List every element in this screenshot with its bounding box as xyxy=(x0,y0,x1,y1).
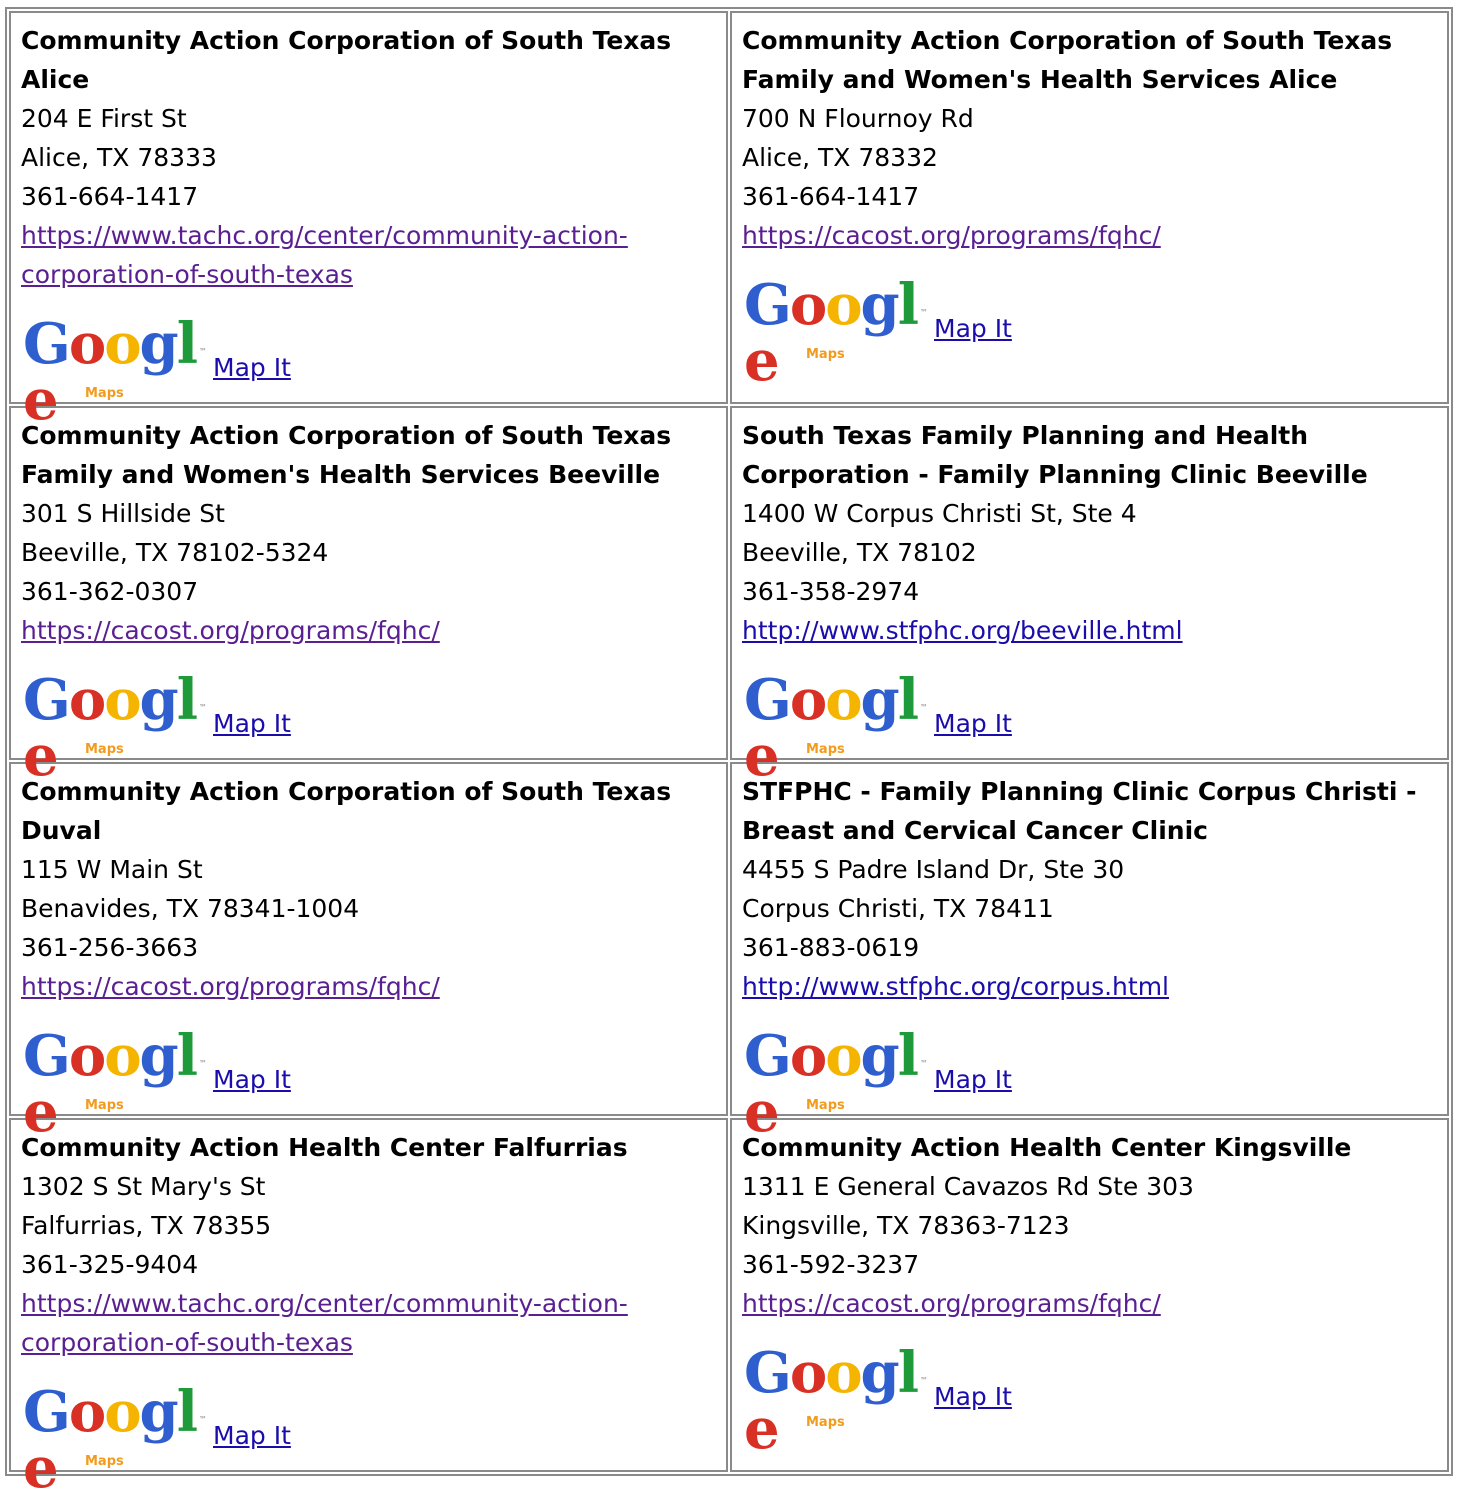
map-it-link[interactable]: Map It xyxy=(934,1067,1012,1092)
clinic-street: 115 W Main St xyxy=(21,855,203,884)
map-row: Google Maps ™ Map It xyxy=(21,1028,723,1140)
map-row: Google Maps ™ Map It xyxy=(742,1028,1444,1140)
clinic-cell: Community Action Health Center Kingsvill… xyxy=(730,1118,1449,1472)
clinic-street: 1400 W Corpus Christi St, Ste 4 xyxy=(742,499,1137,528)
clinic-phone: 361-664-1417 xyxy=(742,182,920,211)
clinic-phone: 361-592-3237 xyxy=(742,1250,920,1279)
clinic-street: 1311 E General Cavazos Rd Ste 303 xyxy=(742,1172,1194,1201)
clinic-phone: 361-358-2974 xyxy=(742,577,920,606)
clinic-cell: Community Action Corporation of South Te… xyxy=(9,406,728,784)
clinic-cell: South Texas Family Planning and Health C… xyxy=(730,406,1449,784)
map-it-link[interactable]: Map It xyxy=(213,711,291,736)
map-row: Google Maps ™ Map It xyxy=(21,316,723,428)
clinic-street: 700 N Flournoy Rd xyxy=(742,104,974,133)
map-it-link[interactable]: Map It xyxy=(213,355,291,380)
maps-sublabel: Maps xyxy=(85,1454,124,1469)
map-it-link[interactable]: Map It xyxy=(934,316,1012,341)
clinic-cell: Community Action Corporation of South Te… xyxy=(9,11,728,428)
clinic-city-state-zip: Benavides, TX 78341-1004 xyxy=(21,894,360,923)
clinic-city-state-zip: Kingsville, TX 78363-7123 xyxy=(742,1211,1070,1240)
clinic-cell: Community Action Corporation of South Te… xyxy=(730,11,1449,404)
maps-sublabel: Maps xyxy=(806,1098,845,1113)
clinic-city-state-zip: Beeville, TX 78102 xyxy=(742,538,977,567)
clinic-name: Community Action Corporation of South Te… xyxy=(742,26,1393,94)
clinic-street: 4455 S Padre Island Dr, Ste 30 xyxy=(742,855,1125,884)
google-maps-logo[interactable]: Google Maps ™ xyxy=(742,1345,928,1457)
clinic-cell: STFPHC - Family Planning Clinic Corpus C… xyxy=(730,762,1449,1140)
clinic-cell: Community Action Corporation of South Te… xyxy=(9,762,728,1140)
clinic-row: Community Action Corporation of South Te… xyxy=(9,11,1449,428)
clinic-phone: 361-256-3663 xyxy=(21,933,199,962)
map-it-link[interactable]: Map It xyxy=(213,1067,291,1092)
clinic-name: South Texas Family Planning and Health C… xyxy=(742,421,1368,489)
maps-sublabel: Maps xyxy=(85,386,124,401)
maps-sublabel: Maps xyxy=(806,1415,845,1430)
clinic-phone: 361-362-0307 xyxy=(21,577,199,606)
clinic-street: 204 E First St xyxy=(21,104,187,133)
clinic-website-link[interactable]: https://www.tachc.org/center/community-a… xyxy=(21,1289,628,1357)
clinic-row: Community Action Health Center Falfurria… xyxy=(9,1118,1449,1496)
clinic-phone: 361-664-1417 xyxy=(21,182,199,211)
maps-sublabel: Maps xyxy=(806,742,845,757)
map-row: Google Maps ™ Map It xyxy=(742,1345,1444,1457)
clinic-city-state-zip: Alice, TX 78333 xyxy=(21,143,217,172)
map-row: Google Maps ™ Map It xyxy=(742,672,1444,784)
clinic-website-link[interactable]: https://cacost.org/programs/fqhc/ xyxy=(21,972,440,1001)
clinic-table-body: Community Action Corporation of South Te… xyxy=(9,11,1449,1496)
clinic-phone: 361-883-0619 xyxy=(742,933,920,962)
clinic-website-link[interactable]: https://cacost.org/programs/fqhc/ xyxy=(21,616,440,645)
google-maps-logo[interactable]: Google Maps ™ xyxy=(742,672,928,784)
clinic-street: 1302 S St Mary's St xyxy=(21,1172,266,1201)
google-maps-logo[interactable]: Google Maps ™ xyxy=(21,1028,207,1140)
clinic-city-state-zip: Alice, TX 78332 xyxy=(742,143,938,172)
clinic-row: Community Action Corporation of South Te… xyxy=(9,762,1449,1140)
maps-sublabel: Maps xyxy=(85,742,124,757)
map-row: Google Maps ™ Map It xyxy=(21,672,723,784)
maps-sublabel: Maps xyxy=(85,1098,124,1113)
google-maps-logo[interactable]: Google Maps ™ xyxy=(742,1028,928,1140)
clinic-table: Community Action Corporation of South Te… xyxy=(5,7,1453,1496)
map-it-link[interactable]: Map It xyxy=(213,1423,291,1448)
google-maps-logo[interactable]: Google Maps ™ xyxy=(21,316,207,428)
map-row: Google Maps ™ Map It xyxy=(742,277,1444,389)
maps-sublabel: Maps xyxy=(806,347,845,362)
clinic-website-link[interactable]: https://www.tachc.org/center/community-a… xyxy=(21,221,628,289)
map-it-link[interactable]: Map It xyxy=(934,711,1012,736)
clinic-cell: Community Action Health Center Falfurria… xyxy=(9,1118,728,1496)
clinic-phone: 361-325-9404 xyxy=(21,1250,199,1279)
clinic-city-state-zip: Beeville, TX 78102-5324 xyxy=(21,538,329,567)
google-maps-logo[interactable]: Google Maps ™ xyxy=(742,277,928,389)
clinic-name: Community Action Corporation of South Te… xyxy=(21,26,672,94)
clinic-website-link[interactable]: http://www.stfphc.org/corpus.html xyxy=(742,972,1169,1001)
google-maps-logo[interactable]: Google Maps ™ xyxy=(21,1384,207,1496)
google-maps-logo[interactable]: Google Maps ™ xyxy=(21,672,207,784)
clinic-city-state-zip: Falfurrias, TX 78355 xyxy=(21,1211,272,1240)
clinic-street: 301 S Hillside St xyxy=(21,499,225,528)
clinic-city-state-zip: Corpus Christi, TX 78411 xyxy=(742,894,1054,923)
clinic-website-link[interactable]: https://cacost.org/programs/fqhc/ xyxy=(742,1289,1161,1318)
clinic-website-link[interactable]: http://www.stfphc.org/beeville.html xyxy=(742,616,1183,645)
map-row: Google Maps ™ Map It xyxy=(21,1384,723,1496)
clinic-website-link[interactable]: https://cacost.org/programs/fqhc/ xyxy=(742,221,1161,250)
clinic-row: Community Action Corporation of South Te… xyxy=(9,406,1449,784)
map-it-link[interactable]: Map It xyxy=(934,1384,1012,1409)
